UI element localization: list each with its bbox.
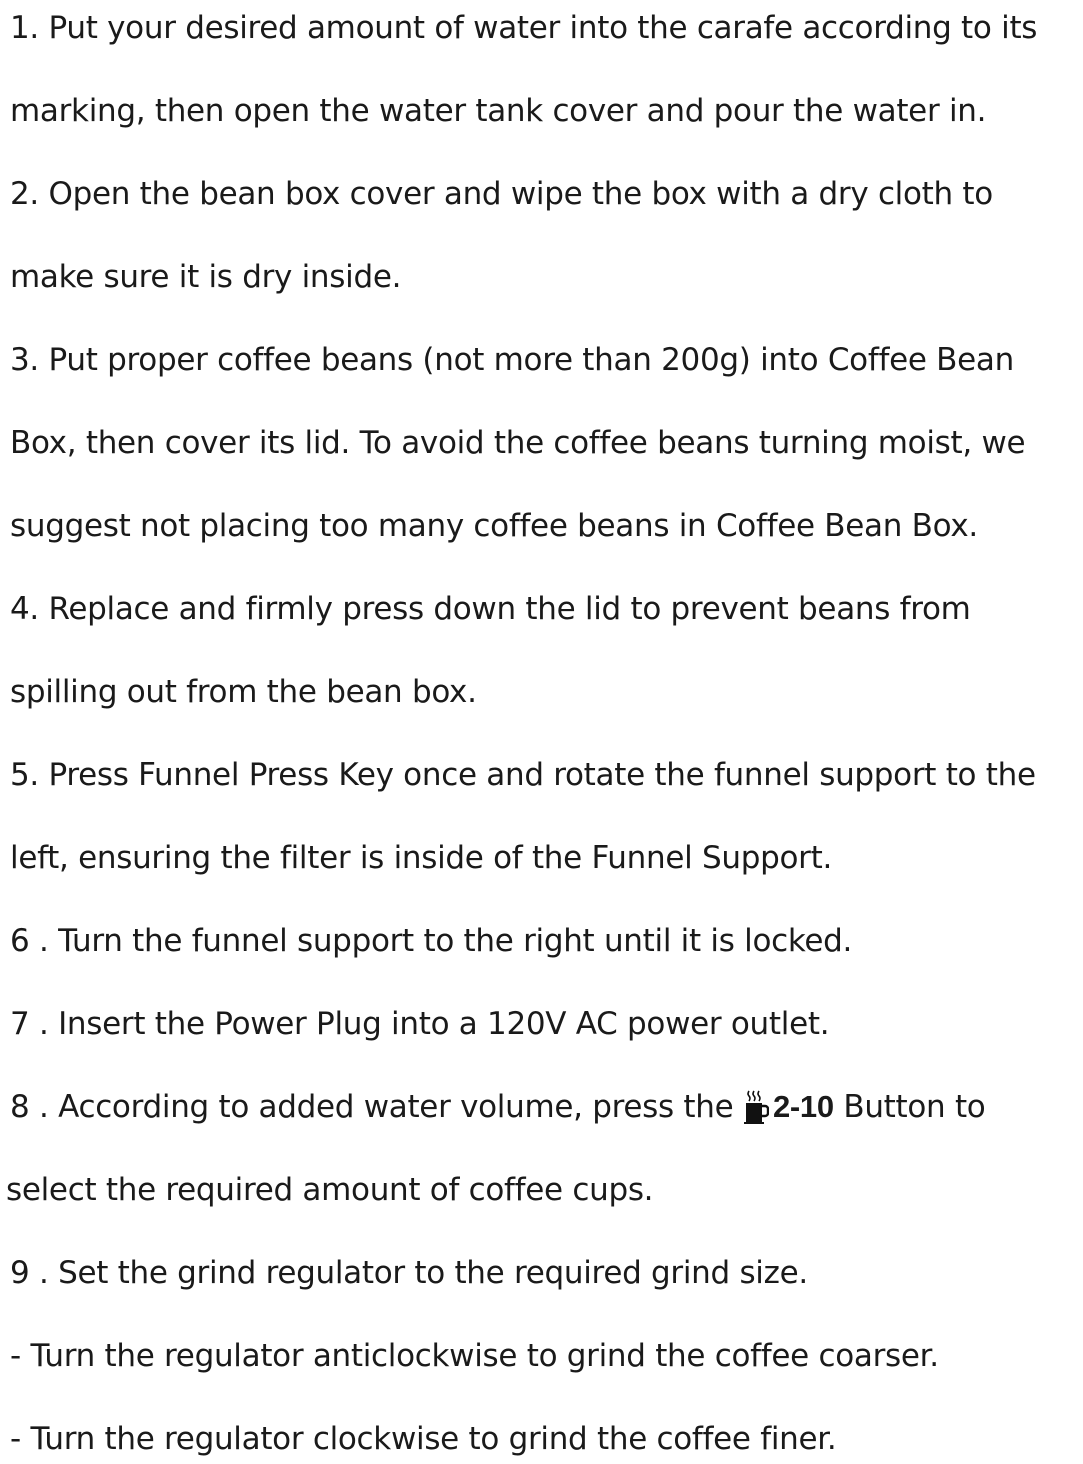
step-5-line-2: left, ensuring the filter is inside of t… [10,840,832,876]
step-1-line-1: 1. Put your desired amount of water into… [10,10,1038,46]
step-3-line-1: 3. Put proper coffee beans (not more tha… [10,342,1014,378]
step-9-bullet-2: - Turn the regulator clockwise to grind … [10,1421,837,1457]
step-9-bullet-1: - Turn the regulator anticlockwise to gr… [10,1338,939,1374]
cups-button-label: 2-10 [772,1089,834,1124]
step-3-line-3: suggest not placing too many coffee bean… [10,508,978,544]
step-9-line: 9 . Set the grind regulator to the requi… [10,1255,808,1291]
step-6-line: 6 . Turn the funnel support to the right… [10,923,853,959]
instruction-document: 1. Put your desired amount of water into… [0,0,1083,1464]
step-2-line-1: 2. Open the bean box cover and wipe the … [10,176,993,212]
step-2-line-2: make sure it is dry inside. [10,259,402,295]
step-4-line-2: spilling out from the bean box. [10,674,477,710]
step-8-line-2: select the required amount of coffee cup… [6,1172,654,1208]
step-4-line-1: 4. Replace and firmly press down the lid… [10,591,971,627]
step-7-line: 7 . Insert the Power Plug into a 120V AC… [10,1006,830,1042]
step-8-text-after: Button to [833,1089,986,1125]
coffee-cup-icon [743,1087,769,1127]
step-8-line-1: 8 . According to added water volume, pre… [10,1087,986,1127]
step-3-line-2: Box, then cover its lid. To avoid the co… [10,425,1026,461]
step-5-line-1: 5. Press Funnel Press Key once and rotat… [10,757,1036,793]
step-1-line-2: marking, then open the water tank cover … [10,93,987,129]
step-8-text-before: 8 . According to added water volume, pre… [10,1089,743,1125]
